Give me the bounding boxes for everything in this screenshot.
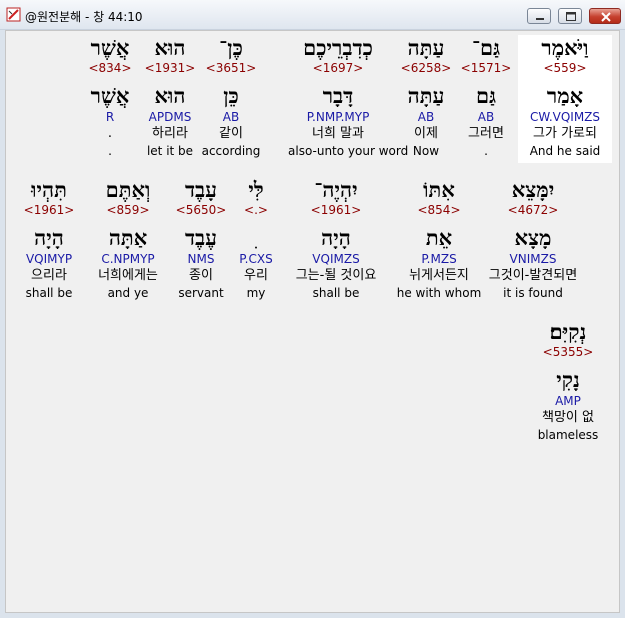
word-cell[interactable]: אִתּוֹ <854> אֵת P.MZS 뉘게서든지 he with whom	[389, 177, 489, 301]
word-cell[interactable]: נְקִיִּם׃ <5355> נָקִי AMP 책망이 없 blameless	[518, 319, 618, 443]
analysis-pane: וַיֹּאמֶר <559> אָמַר CW.VQIMZS 그가 가로되 And he…	[5, 30, 620, 613]
korean-gloss: 으리라	[31, 268, 67, 283]
lemma-word: מָצָא	[514, 225, 552, 250]
word-cell[interactable]: כְדִבְרֵיכֶם <1697> דָּבָר P.NMP.MYP 너희 말과 al…	[288, 35, 409, 159]
morph-code: R	[105, 110, 115, 124]
lemma-word: אֲשֶׁר	[90, 83, 130, 108]
korean-gloss: 이제	[414, 126, 438, 141]
english-gloss: shall be	[25, 286, 73, 300]
lemma-word: הָיָה	[34, 225, 64, 250]
morph-code: VNIMZS	[509, 252, 557, 266]
word-cell[interactable]: אֲשֶׁר <834> אֲשֶׁר R..	[60, 35, 160, 159]
minimize-button[interactable]	[527, 8, 551, 24]
strong-number: <4672>	[507, 203, 559, 217]
english-gloss: also-unto your word	[288, 144, 409, 158]
morph-code: AB	[417, 110, 435, 124]
minimize-icon	[536, 18, 544, 20]
morph-code: P.NMP.MYP	[306, 110, 370, 124]
strong-number: <854>	[417, 203, 461, 217]
hebrew-word: אֲשֶׁר	[90, 35, 130, 60]
window-frame-right	[620, 30, 625, 618]
strong-number: <1961>	[23, 203, 75, 217]
lemma-word: נָקִי	[556, 367, 580, 392]
hebrew-word: תִּהְיוּ	[31, 177, 67, 202]
maximize-button[interactable]	[558, 8, 582, 24]
lemma-word: דָּבָר	[322, 83, 354, 108]
korean-gloss: 그것이-발견되면	[488, 268, 578, 283]
close-icon	[601, 12, 611, 22]
title-bar: @원전분해 - 창 44:10	[0, 0, 625, 30]
maximize-icon	[566, 12, 576, 21]
window-frame-bottom	[0, 613, 625, 618]
english-gloss: he with whom	[396, 286, 482, 300]
hebrew-word: נְקִיִּם׃	[549, 319, 587, 344]
morph-code: AMP	[555, 394, 581, 408]
english-gloss: blameless	[537, 428, 599, 442]
morph-code: VQIMYP	[25, 252, 73, 266]
strong-number: <6258>	[400, 61, 452, 75]
lemma-word: עַתָּה	[407, 83, 445, 108]
hebrew-word: כְדִבְרֵיכֶם	[303, 35, 373, 60]
word-cell[interactable]: עַתָּה <6258> עַתָּה AB 이제 Now	[376, 35, 476, 159]
korean-gloss: 뉘게서든지	[409, 268, 469, 283]
close-button[interactable]	[589, 8, 621, 24]
word-cell[interactable]: יִמָּצֵא <4672> מָצָא VNIMZS 그것이-발견되면 it is f…	[483, 177, 583, 301]
hebrew-word: אִתּוֹ	[423, 177, 455, 202]
hebrew-word: יִמָּצֵא	[511, 177, 555, 202]
word-cell[interactable]: תִּהְיוּ <1961> הָיָה VQIMYP 으리라 shall be	[0, 177, 99, 301]
hebrew-word: עַתָּה	[407, 35, 445, 60]
english-gloss: .	[108, 144, 112, 158]
strong-number: <834>	[88, 61, 132, 75]
strong-number: <1697>	[312, 61, 364, 75]
lemma-word: אֵת	[425, 225, 453, 250]
strong-number: <5355>	[542, 345, 594, 359]
app-icon	[5, 6, 22, 23]
korean-gloss: 너희 말과	[312, 126, 364, 141]
window-title: @원전분해 - 창 44:10	[25, 10, 143, 24]
english-gloss: it is found	[503, 286, 563, 300]
korean-gloss: .	[107, 126, 113, 141]
morph-code: P.MZS	[421, 252, 457, 266]
korean-gloss: 책망이 없	[542, 410, 594, 425]
